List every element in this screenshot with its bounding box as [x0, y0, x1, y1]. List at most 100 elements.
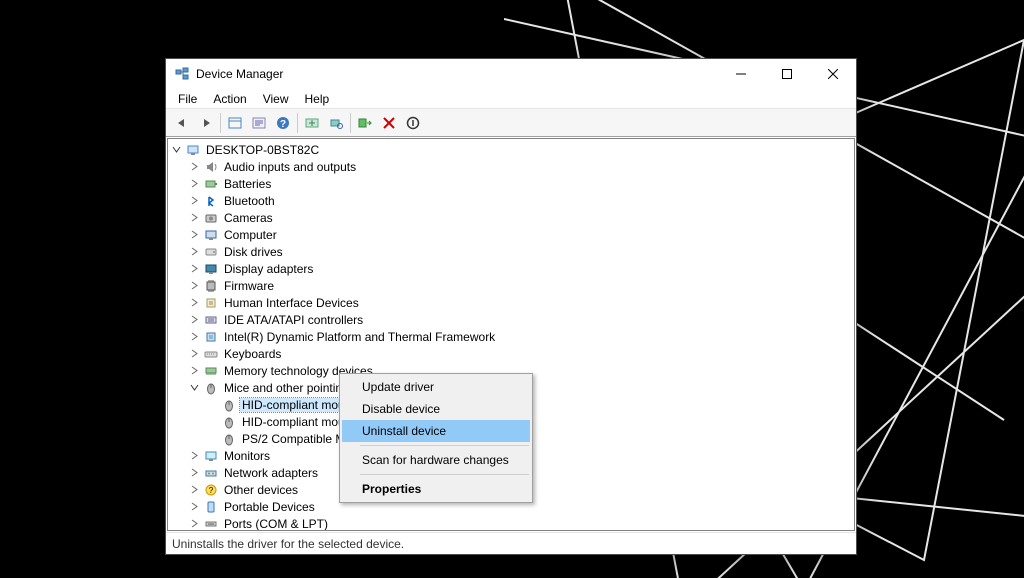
show-hidden-button[interactable]	[223, 112, 247, 134]
scan-hardware-button[interactable]	[324, 112, 348, 134]
memory-icon	[203, 363, 219, 379]
tree-category[interactable]: Computer	[168, 226, 854, 243]
ctx-uninstall-device[interactable]: Uninstall device	[342, 420, 530, 442]
mouse-icon	[221, 414, 237, 430]
hid-icon	[203, 295, 219, 311]
portable-icon	[203, 499, 219, 515]
mouse-icon	[203, 380, 219, 396]
toolbar-separator	[220, 113, 221, 133]
pc-icon	[185, 142, 201, 158]
tree-node-label: Other devices	[222, 483, 300, 497]
chevron-right-icon[interactable]	[190, 298, 202, 307]
ctx-disable-device[interactable]: Disable device	[342, 398, 530, 420]
ctx-properties[interactable]: Properties	[342, 478, 530, 500]
ctx-scan-hardware[interactable]: Scan for hardware changes	[342, 449, 530, 471]
disable-device-button[interactable]	[401, 112, 425, 134]
close-button[interactable]	[810, 59, 856, 89]
chevron-right-icon[interactable]	[190, 213, 202, 222]
chevron-right-icon[interactable]	[190, 366, 202, 375]
ctx-separator	[360, 474, 529, 475]
chevron-right-icon[interactable]	[190, 315, 202, 324]
chevron-right-icon[interactable]	[190, 519, 202, 528]
maximize-button[interactable]	[764, 59, 810, 89]
tree-category[interactable]: Batteries	[168, 175, 854, 192]
chevron-right-icon[interactable]	[190, 179, 202, 188]
properties-toolbar-button[interactable]	[247, 112, 271, 134]
chevron-down-icon[interactable]	[172, 145, 184, 154]
tree-category[interactable]: Display adapters	[168, 260, 854, 277]
audio-icon	[203, 159, 219, 175]
chevron-right-icon[interactable]	[190, 468, 202, 477]
titlebar[interactable]: Device Manager	[166, 59, 856, 89]
battery-icon	[203, 176, 219, 192]
toolbar-separator	[350, 113, 351, 133]
chevron-right-icon[interactable]	[190, 230, 202, 239]
chip-icon	[203, 329, 219, 345]
svg-text:?: ?	[209, 486, 214, 495]
computer-icon	[203, 227, 219, 243]
tree-category[interactable]: Bluetooth	[168, 192, 854, 209]
chevron-right-icon[interactable]	[190, 196, 202, 205]
status-text: Uninstalls the driver for the selected d…	[172, 537, 404, 551]
back-button[interactable]	[170, 112, 194, 134]
camera-icon	[203, 210, 219, 226]
tree-node-label: Human Interface Devices	[222, 296, 361, 310]
help-toolbar-button[interactable]: ?	[271, 112, 295, 134]
tree-node-label: HID-compliant mous	[240, 415, 353, 429]
other-icon: ?	[203, 482, 219, 498]
disk-icon	[203, 244, 219, 260]
enable-device-button[interactable]	[353, 112, 377, 134]
tree-category[interactable]: Cameras	[168, 209, 854, 226]
toolbar: ?	[166, 109, 856, 137]
menu-file[interactable]: File	[170, 90, 205, 108]
tree-root[interactable]: DESKTOP-0BST82C	[168, 141, 854, 158]
menu-help[interactable]: Help	[297, 90, 338, 108]
ctx-update-driver[interactable]: Update driver	[342, 376, 530, 398]
tree-category[interactable]: Keyboards	[168, 345, 854, 362]
forward-button[interactable]	[194, 112, 218, 134]
tree-category[interactable]: Intel(R) Dynamic Platform and Thermal Fr…	[168, 328, 854, 345]
update-driver-toolbar-button[interactable]	[300, 112, 324, 134]
tree-node-label: Audio inputs and outputs	[222, 160, 358, 174]
display-icon	[203, 261, 219, 277]
menu-action[interactable]: Action	[205, 90, 254, 108]
tree-node-label: Cameras	[222, 211, 275, 225]
menubar: File Action View Help	[166, 89, 856, 109]
chevron-right-icon[interactable]	[190, 247, 202, 256]
context-menu: Update driver Disable device Uninstall d…	[339, 373, 533, 503]
chevron-right-icon[interactable]	[190, 281, 202, 290]
chevron-right-icon[interactable]	[190, 162, 202, 171]
chevron-right-icon[interactable]	[190, 451, 202, 460]
port-icon	[203, 516, 219, 531]
bluetooth-icon	[203, 193, 219, 209]
tree-node-label: Monitors	[222, 449, 272, 463]
tree-category[interactable]: Firmware	[168, 277, 854, 294]
tree-node-label: PS/2 Compatible Mo	[240, 432, 354, 446]
toolbar-separator	[297, 113, 298, 133]
tree-node-label: Network adapters	[222, 466, 320, 480]
chevron-right-icon[interactable]	[190, 332, 202, 341]
chevron-down-icon[interactable]	[190, 383, 202, 392]
tree-category[interactable]: Ports (COM & LPT)	[168, 515, 854, 530]
monitor-icon	[203, 448, 219, 464]
chevron-right-icon[interactable]	[190, 485, 202, 494]
firmware-icon	[203, 278, 219, 294]
chevron-right-icon[interactable]	[190, 349, 202, 358]
app-icon	[174, 66, 190, 82]
tree-category[interactable]: Human Interface Devices	[168, 294, 854, 311]
tree-category[interactable]: Disk drives	[168, 243, 854, 260]
chevron-right-icon[interactable]	[190, 502, 202, 511]
tree-node-label: Display adapters	[222, 262, 315, 276]
keyboard-icon	[203, 346, 219, 362]
uninstall-device-button[interactable]	[377, 112, 401, 134]
network-icon	[203, 465, 219, 481]
mouse-icon	[221, 397, 237, 413]
tree-category[interactable]: IDE ATA/ATAPI controllers	[168, 311, 854, 328]
chevron-right-icon[interactable]	[190, 264, 202, 273]
tree-node-label: Computer	[222, 228, 279, 242]
tree-node-label: Bluetooth	[222, 194, 277, 208]
tree-category[interactable]: Audio inputs and outputs	[168, 158, 854, 175]
menu-view[interactable]: View	[255, 90, 297, 108]
svg-text:?: ?	[280, 119, 286, 130]
minimize-button[interactable]	[718, 59, 764, 89]
